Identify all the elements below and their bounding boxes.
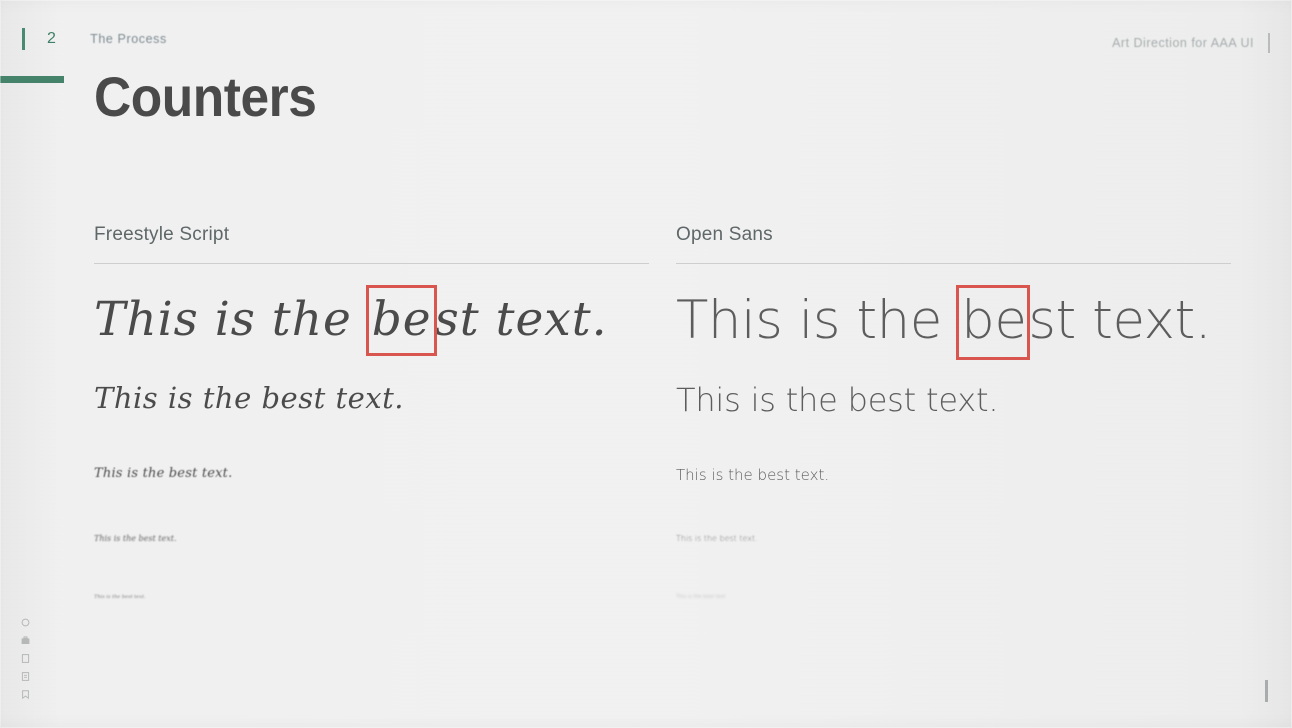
counter-highlight-box: be (365, 285, 437, 356)
title-accent-rule (0, 76, 64, 83)
document-icon[interactable] (20, 653, 31, 664)
sample-text-before: This is the (676, 290, 959, 351)
sample-row: This is the best text. (676, 466, 829, 484)
section-label: The Process (90, 32, 167, 46)
briefcase-icon[interactable] (20, 635, 31, 646)
file-text-icon[interactable] (20, 671, 31, 682)
specimen-columns: Freestyle Script This is the best text. … (0, 224, 1292, 654)
header-tick-icon (1268, 33, 1270, 53)
sample-text-before: This is the (94, 292, 368, 347)
sample-text: This is the best text. (676, 594, 728, 600)
column-heading: Freestyle Script (94, 224, 230, 245)
sample-text: This is the best text. (94, 381, 405, 415)
specimen-column-freestyle-script: Freestyle Script This is the best text. … (94, 224, 649, 600)
slide-progress-caret[interactable] (1265, 680, 1268, 702)
sample-text: This is the best text. (94, 466, 233, 481)
deck-title-label: Art Direction for AAA UI (1112, 36, 1254, 50)
column-divider (94, 263, 649, 264)
circle-icon[interactable] (20, 617, 31, 628)
sample-text: This is the best text. (676, 534, 758, 543)
specimen-column-open-sans: Open Sans This is the best text. This is… (676, 224, 1231, 600)
eyebrow: 2 The Process (22, 28, 167, 50)
sample-text-after: st text. (434, 292, 608, 347)
bookmark-icon[interactable] (20, 689, 31, 700)
sample-text: This is the best text. (676, 381, 999, 419)
column-heading: Open Sans (676, 224, 773, 245)
sample-row: This is the best text. (94, 381, 404, 415)
counter-highlight-box: be (956, 285, 1031, 360)
sample-text-after: st text. (1028, 290, 1212, 351)
column-divider (676, 263, 1231, 264)
sample-row: This is the best text. (676, 285, 1212, 360)
sample-row: This is the best text. (94, 594, 146, 600)
slide-canvas: 2 The Process Art Direction for AAA UI C… (0, 0, 1292, 728)
page-title: Counters (94, 65, 317, 128)
sample-row: This is the best text. (94, 466, 232, 481)
sample-row: This is the best text. (94, 285, 608, 356)
sample-row: This is the best text. (676, 381, 999, 419)
sample-text: This is the best text. (94, 594, 146, 600)
sample-row: This is the best text. (676, 534, 758, 543)
sample-row: This is the best text. (94, 534, 176, 543)
header-right: Art Direction for AAA UI (1112, 33, 1270, 53)
icon-rail[interactable] (20, 617, 31, 700)
section-number: 2 (47, 30, 57, 47)
sample-text: This is the best text. (94, 534, 177, 543)
sample-text: This is the best text. (676, 466, 830, 484)
eyebrow-tick-icon (22, 28, 25, 50)
sample-row: This is the best text. (676, 594, 727, 600)
